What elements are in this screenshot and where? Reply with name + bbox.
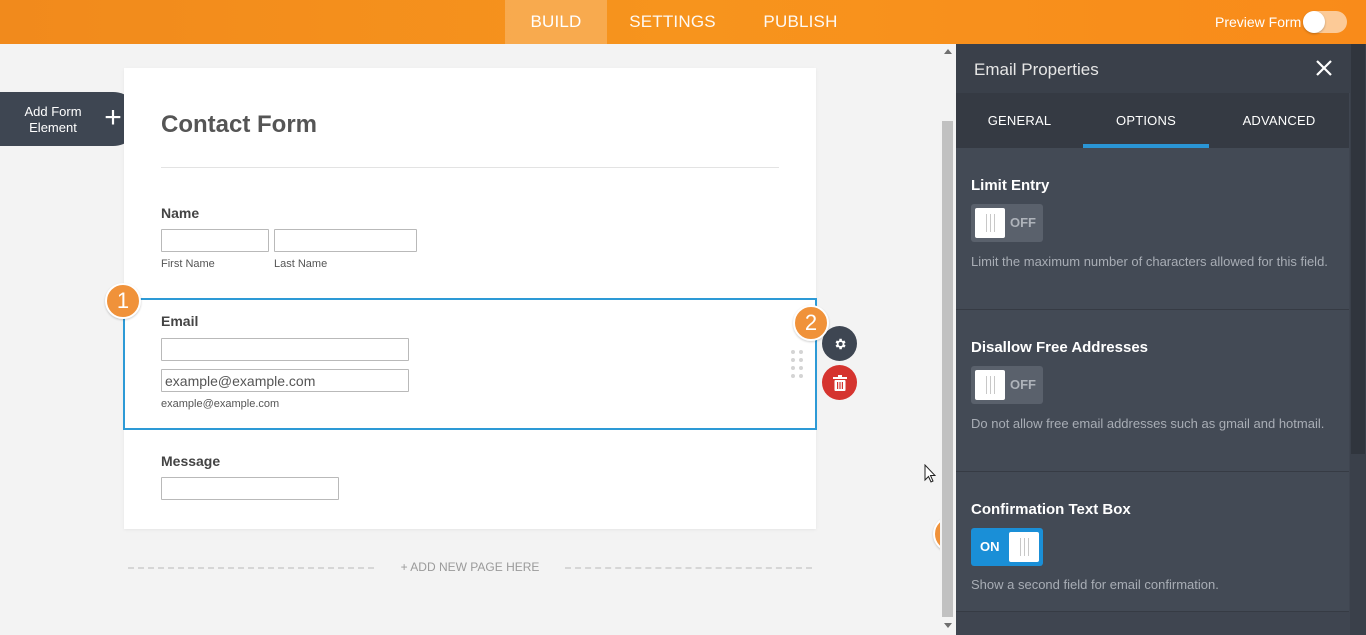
add-form-element-button[interactable]: Add Form Element + xyxy=(0,92,140,146)
title-divider xyxy=(161,167,779,168)
tab-options[interactable]: OPTIONS xyxy=(1083,93,1209,148)
nav-settings[interactable]: SETTINGS xyxy=(620,0,725,44)
drag-handle-icon[interactable] xyxy=(791,350,805,380)
gear-icon xyxy=(835,338,846,349)
toggle-knob xyxy=(1303,11,1325,33)
first-name-sublabel: First Name xyxy=(161,258,215,270)
option-description: Limit the maximum number of characters a… xyxy=(971,254,1328,269)
toggle-knob xyxy=(1009,532,1039,562)
panel-scrollbar-thumb[interactable] xyxy=(1351,44,1365,454)
nav-publish[interactable]: PUBLISH xyxy=(748,0,853,44)
field-settings-button[interactable] xyxy=(822,326,857,361)
form-card: Contact Form Name First Name Last Name E… xyxy=(123,68,817,529)
toggle-state: ON xyxy=(980,539,1000,554)
limit-entry-toggle[interactable]: OFF xyxy=(971,204,1043,242)
message-input[interactable] xyxy=(161,477,339,500)
email-label: Email xyxy=(161,313,199,329)
email-sublabel: example@example.com xyxy=(161,398,280,410)
email-input[interactable] xyxy=(161,338,409,361)
add-new-page[interactable]: + ADD NEW PAGE HERE xyxy=(128,560,812,576)
properties-panel: Email Properties GENERAL OPTIONS ADVANCE… xyxy=(956,44,1366,635)
add-form-element-label: Add Form Element xyxy=(24,104,82,135)
delete-field-button[interactable] xyxy=(822,365,857,400)
email-field-selected[interactable] xyxy=(123,298,817,430)
top-bar: BUILD SETTINGS PUBLISH Preview Form xyxy=(0,0,1366,44)
option-title: Limit Entry xyxy=(971,177,1050,194)
email-confirm-input[interactable]: example@example.com xyxy=(161,369,409,392)
option-confirmation-text-box: Confirmation Text Box ON Show a second f… xyxy=(956,472,1349,612)
message-label: Message xyxy=(161,453,221,469)
email-confirm-placeholder: example@example.com xyxy=(165,373,316,389)
panel-tabs: GENERAL OPTIONS ADVANCED xyxy=(956,93,1349,148)
mouse-cursor-icon xyxy=(924,464,936,483)
last-name-sublabel: Last Name xyxy=(274,258,328,270)
scroll-up-arrow-icon[interactable] xyxy=(944,49,952,54)
trash-icon xyxy=(832,374,847,391)
toggle-state: OFF xyxy=(1010,215,1036,230)
name-label: Name xyxy=(161,205,200,221)
scroll-down-arrow-icon[interactable] xyxy=(944,623,952,628)
main-scrollbar-thumb[interactable] xyxy=(942,121,953,617)
confirmation-text-box-toggle[interactable]: ON xyxy=(971,528,1043,566)
callout-badge-1: 1 xyxy=(105,283,141,319)
panel-header: Email Properties xyxy=(956,44,1366,93)
nav-build[interactable]: BUILD xyxy=(505,0,607,44)
close-icon[interactable] xyxy=(1314,58,1334,78)
option-disallow-free-addresses: Disallow Free Addresses OFF Do not allow… xyxy=(956,310,1349,472)
tab-general[interactable]: GENERAL xyxy=(956,93,1083,148)
toggle-knob xyxy=(975,370,1005,400)
option-description: Do not allow free email addresses such a… xyxy=(971,416,1325,431)
first-name-input[interactable] xyxy=(161,229,269,252)
toggle-state: OFF xyxy=(1010,377,1036,392)
option-title: Confirmation Text Box xyxy=(971,501,1131,518)
preview-form-toggle[interactable] xyxy=(1303,11,1347,33)
last-name-input[interactable] xyxy=(274,229,417,252)
callout-badge-2: 2 xyxy=(793,305,829,341)
disallow-free-addresses-toggle[interactable]: OFF xyxy=(971,366,1043,404)
panel-title: Email Properties xyxy=(974,60,1099,79)
tab-advanced[interactable]: ADVANCED xyxy=(1209,93,1349,148)
preview-form-label: Preview Form xyxy=(1215,14,1302,30)
option-description: Show a second field for email confirmati… xyxy=(971,577,1219,592)
option-limit-entry: Limit Entry OFF Limit the maximum number… xyxy=(956,148,1349,310)
plus-icon: + xyxy=(104,101,122,134)
add-new-page-label: + ADD NEW PAGE HERE xyxy=(400,560,540,574)
option-title: Disallow Free Addresses xyxy=(971,339,1149,356)
form-title[interactable]: Contact Form xyxy=(161,111,317,139)
toggle-knob xyxy=(975,208,1005,238)
